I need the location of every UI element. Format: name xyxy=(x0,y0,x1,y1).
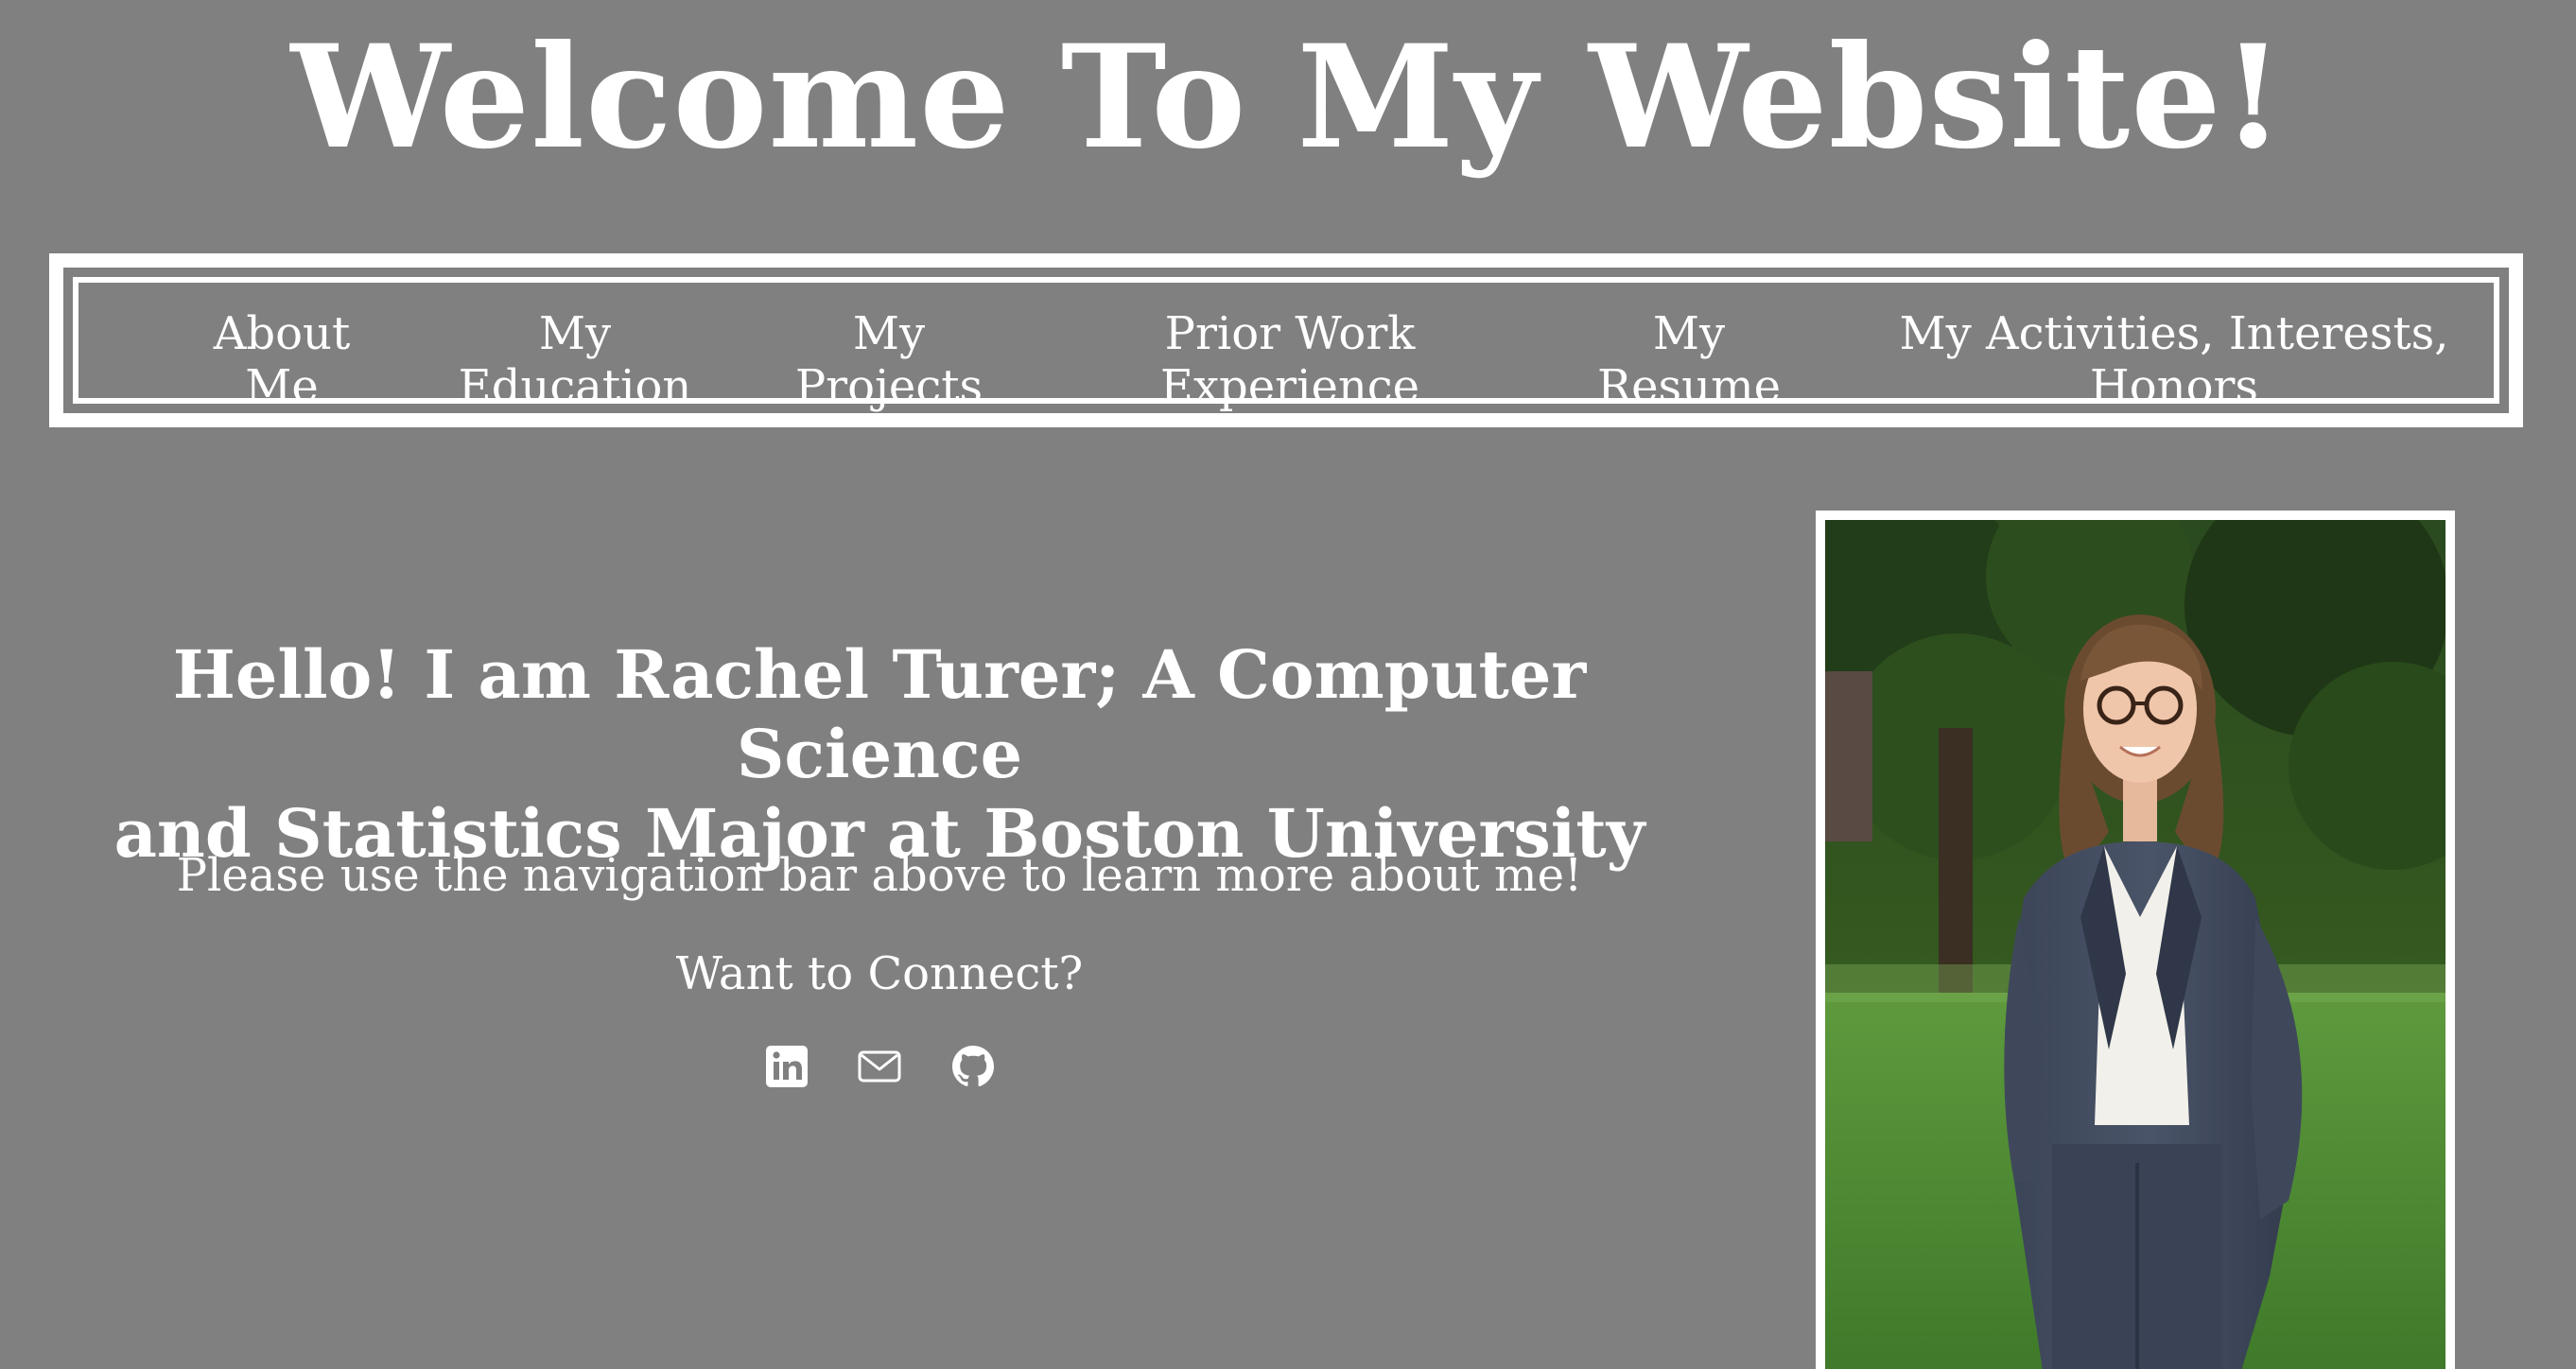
nav-about-me-line1: About xyxy=(213,307,351,360)
intro-heading: Hello! I am Rachel Turer; A Computer Sci… xyxy=(38,635,1721,874)
navigation-bar: About Me My Education My Projects Prior … xyxy=(49,253,2523,427)
nav-my-education-line1: My xyxy=(538,307,612,360)
nav-my-projects-line2: Projects xyxy=(794,360,983,413)
site-title: Welcome To My Website! xyxy=(290,14,2286,181)
nav-my-projects[interactable]: My Projects xyxy=(795,307,983,413)
mail-icon[interactable] xyxy=(857,1044,902,1089)
linkedin-icon[interactable] xyxy=(764,1044,809,1089)
nav-prior-work-line1: Prior Work xyxy=(1164,307,1416,360)
profile-photo xyxy=(1816,511,2455,1369)
navigation-bar-inner: About Me My Education My Projects Prior … xyxy=(73,277,2499,413)
connect-prompt: Want to Connect? xyxy=(675,947,1084,1000)
nav-my-resume-line2: Resume xyxy=(1596,360,1782,413)
nav-activities-line2: Honors xyxy=(2089,360,2259,413)
nav-activities-interests-honors[interactable]: My Activities, Interests, Honors xyxy=(1899,307,2448,413)
nav-my-education-line2: Education xyxy=(458,360,692,413)
navigation-hint: Please use the navigation bar above to l… xyxy=(176,849,1583,902)
nav-my-resume[interactable]: My Resume xyxy=(1597,307,1781,413)
intro-heading-line1: Hello! I am Rachel Turer; A Computer Sci… xyxy=(172,635,1587,793)
github-icon[interactable] xyxy=(950,1044,996,1089)
page: Welcome To My Website! About Me My Educa… xyxy=(0,0,2576,1369)
nav-my-resume-line1: My xyxy=(1652,307,1726,360)
nav-prior-work-line2: Experience xyxy=(1159,360,1420,413)
nav-prior-work-experience[interactable]: Prior Work Experience xyxy=(1160,307,1419,413)
nav-about-me[interactable]: About Me xyxy=(214,307,351,413)
nav-about-me-line2: Me xyxy=(245,360,319,413)
profile-photo-illustration xyxy=(1825,520,2445,1369)
nav-my-education[interactable]: My Education xyxy=(459,307,692,413)
nav-activities-line1: My Activities, Interests, xyxy=(1899,307,2449,360)
nav-my-projects-line1: My xyxy=(852,307,926,360)
